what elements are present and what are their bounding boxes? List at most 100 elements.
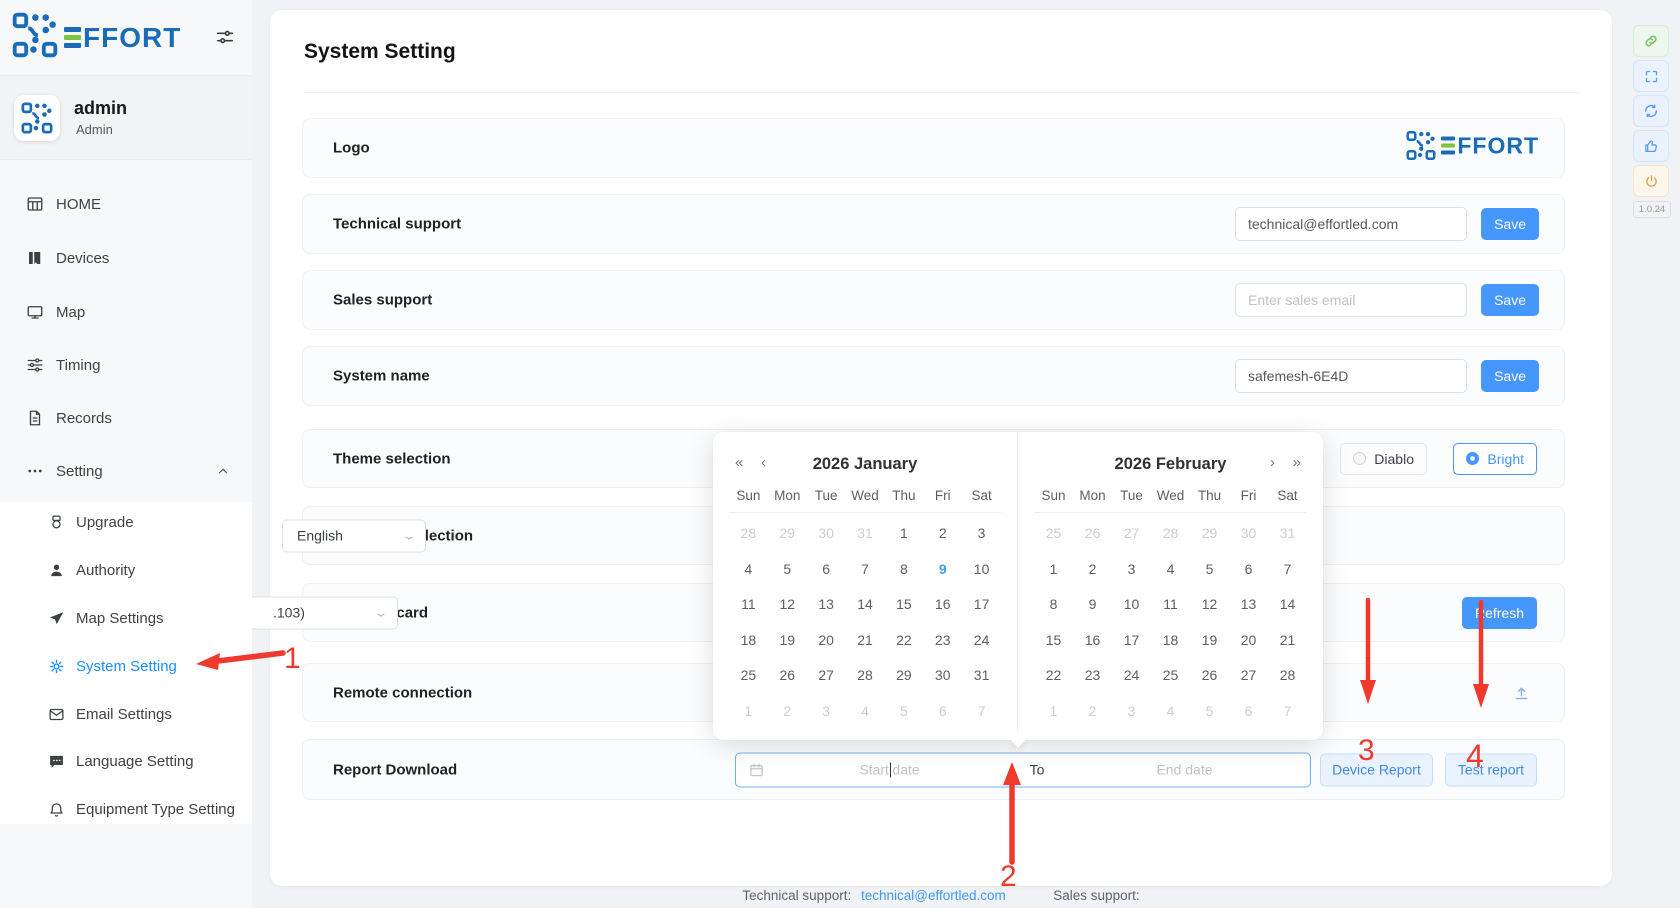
theme-option-diablo[interactable]: Diablo	[1340, 443, 1427, 475]
sidebar-item-records[interactable]: Records	[0, 403, 252, 433]
calendar-day[interactable]: 2	[768, 694, 807, 730]
calendar-day[interactable]: 11	[1151, 587, 1190, 623]
link-button[interactable]	[1633, 25, 1669, 57]
calendar-day[interactable]: 29	[884, 658, 923, 694]
calendar-day[interactable]: 28	[1268, 658, 1307, 694]
power-button[interactable]	[1633, 165, 1669, 197]
calendar-day[interactable]: 16	[923, 587, 962, 623]
calendar-day[interactable]: 27	[1229, 658, 1268, 694]
calendar-day[interactable]: 16	[1073, 623, 1112, 659]
calendar-day[interactable]: 22	[1034, 658, 1073, 694]
calendar-day[interactable]: 2	[923, 516, 962, 552]
calendar-day[interactable]: 4	[846, 694, 885, 730]
sidebar-item-map[interactable]: Map	[0, 297, 252, 327]
save-button[interactable]: Save	[1481, 360, 1539, 392]
calendar-day[interactable]: 6	[807, 552, 846, 588]
sidebar-item-equipment-type-setting[interactable]: Equipment Type Setting	[0, 794, 252, 824]
next-month-icon[interactable]: ›	[1270, 453, 1275, 473]
calendar-day[interactable]: 27	[1112, 516, 1151, 552]
calendar-day[interactable]: 17	[962, 587, 1001, 623]
calendar-day[interactable]: 19	[768, 623, 807, 659]
calendar-day[interactable]: 26	[768, 658, 807, 694]
prev-month-icon[interactable]: ‹	[761, 453, 766, 473]
calendar-day[interactable]: 20	[807, 623, 846, 659]
refresh-button[interactable]: Refresh	[1462, 597, 1537, 629]
start-date-field[interactable]: Startdate	[764, 762, 1015, 778]
calendar-day[interactable]: 1	[1034, 552, 1073, 588]
theme-option-bright[interactable]: Bright	[1453, 443, 1537, 475]
calendar-day[interactable]: 5	[1190, 552, 1229, 588]
calendar-day[interactable]: 2	[1073, 552, 1112, 588]
avatar[interactable]	[14, 95, 60, 141]
technical-email-input[interactable]	[1235, 207, 1467, 241]
calendar-day[interactable]: 28	[729, 516, 768, 552]
calendar-day[interactable]: 27	[807, 658, 846, 694]
sidebar-item-setting[interactable]: Setting	[0, 456, 252, 486]
calendar-day[interactable]: 12	[768, 587, 807, 623]
device-report-button[interactable]: Device Report	[1320, 753, 1433, 786]
calendar-day[interactable]: 13	[1229, 587, 1268, 623]
calendar-day[interactable]: 23	[923, 623, 962, 659]
calendar-day[interactable]: 13	[807, 587, 846, 623]
sidebar-item-timing[interactable]: Timing	[0, 350, 252, 380]
calendar-day[interactable]: 30	[807, 516, 846, 552]
calendar-day[interactable]: 25	[1151, 658, 1190, 694]
calendar-day[interactable]: 23	[1073, 658, 1112, 694]
calendar-day[interactable]: 14	[1268, 587, 1307, 623]
system-name-input[interactable]	[1235, 359, 1467, 393]
calendar-day[interactable]: 6	[923, 694, 962, 730]
calendar-day[interactable]: 4	[1151, 694, 1190, 730]
calendar-day[interactable]: 14	[846, 587, 885, 623]
calendar-day[interactable]: 10	[962, 552, 1001, 588]
calendar-day[interactable]: 29	[768, 516, 807, 552]
calendar-day[interactable]: 8	[1034, 587, 1073, 623]
calendar-day[interactable]: 7	[846, 552, 885, 588]
calendar-day[interactable]: 6	[1229, 694, 1268, 730]
calendar-day[interactable]: 18	[1151, 623, 1190, 659]
calendar-day[interactable]: 31	[1268, 516, 1307, 552]
calendar-day[interactable]: 4	[729, 552, 768, 588]
calendar-day[interactable]: 29	[1190, 516, 1229, 552]
sidebar-item-devices[interactable]: Devices	[0, 243, 252, 273]
calendar-day[interactable]: 20	[1229, 623, 1268, 659]
calendar-day[interactable]: 6	[1229, 552, 1268, 588]
calendar-day[interactable]: 10	[1112, 587, 1151, 623]
calendar-day[interactable]: 5	[1190, 694, 1229, 730]
next-year-icon[interactable]: »	[1293, 453, 1301, 473]
calendar-day[interactable]: 18	[729, 623, 768, 659]
sidebar-item-map-settings[interactable]: Map Settings	[0, 603, 252, 633]
calendar-day[interactable]: 25	[1034, 516, 1073, 552]
calendar-day[interactable]: 15	[884, 587, 923, 623]
end-date-field[interactable]: End date	[1059, 762, 1310, 778]
save-button[interactable]: Save	[1481, 284, 1539, 316]
calendar-day[interactable]: 7	[962, 694, 1001, 730]
calendar-day[interactable]: 24	[962, 623, 1001, 659]
test-report-button[interactable]: Test report	[1445, 753, 1537, 786]
calendar-day[interactable]: 30	[1229, 516, 1268, 552]
calendar-day[interactable]: 3	[1112, 694, 1151, 730]
calendar-day[interactable]: 26	[1190, 658, 1229, 694]
sales-email-input[interactable]	[1235, 283, 1467, 317]
sidebar-item-authority[interactable]: Authority	[0, 555, 252, 585]
calendar-day[interactable]: 2	[1073, 694, 1112, 730]
calendar-day[interactable]: 25	[729, 658, 768, 694]
calendar-day[interactable]: 17	[1112, 623, 1151, 659]
prev-year-icon[interactable]: «	[735, 453, 743, 473]
calendar-day[interactable]: 31	[846, 516, 885, 552]
calendar-day[interactable]: 5	[768, 552, 807, 588]
sidebar-item-upgrade[interactable]: Upgrade	[0, 507, 252, 537]
upload-icon[interactable]	[1512, 683, 1531, 702]
calendar-day[interactable]: 28	[846, 658, 885, 694]
calendar-day[interactable]: 1	[884, 516, 923, 552]
calendar-day[interactable]: 22	[884, 623, 923, 659]
sidebar-item-language-setting[interactable]: Language Setting	[0, 746, 252, 776]
calendar-day[interactable]: 3	[1112, 552, 1151, 588]
calendar-day[interactable]: 1	[729, 694, 768, 730]
sidebar-collapse-icon[interactable]	[214, 26, 236, 53]
sidebar-item-email-settings[interactable]: Email Settings	[0, 699, 252, 729]
sidebar-item-system-setting[interactable]: System Setting	[0, 651, 252, 681]
calendar-day[interactable]: 26	[1073, 516, 1112, 552]
date-range-input[interactable]: Startdate To End date	[735, 752, 1311, 787]
calendar-day[interactable]: 3	[962, 516, 1001, 552]
calendar-day[interactable]: 1	[1034, 694, 1073, 730]
